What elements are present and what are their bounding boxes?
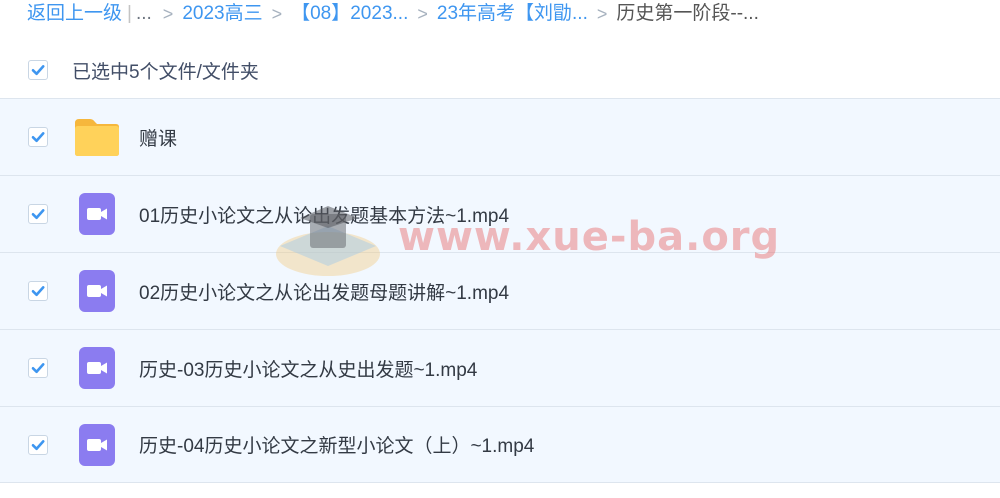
breadcrumb-separator: >: [417, 4, 428, 24]
row-checkbox[interactable]: [28, 358, 48, 378]
video-file-icon: [73, 190, 121, 238]
selection-count-label: 已选中5个文件/文件夹: [72, 61, 259, 83]
file-name[interactable]: 历史-04历史小论文之新型小论文（上）~1.mp4: [139, 431, 534, 458]
list-item-folder[interactable]: 赠课: [0, 98, 1000, 175]
breadcrumb-item-08-2023[interactable]: 【08】2023...: [291, 0, 408, 28]
row-checkbox[interactable]: [28, 204, 48, 224]
folder-icon: [73, 113, 121, 161]
breadcrumb: 返回上一级 | ... > 2023高三 > 【08】2023... > 23年…: [27, 0, 987, 28]
list-item-video[interactable]: 02历史小论文之从论出发题母题讲解~1.mp4: [0, 252, 1000, 329]
list-item-video[interactable]: 01历史小论文之从论出发题基本方法~1.mp4: [0, 175, 1000, 252]
checkmark-icon: [31, 65, 45, 76]
breadcrumb-current: 历史第一阶段--...: [616, 3, 759, 24]
file-browser: 返回上一级 | ... > 2023高三 > 【08】2023... > 23年…: [0, 0, 1000, 498]
checkmark-icon: [31, 209, 45, 220]
checkmark-icon: [31, 286, 45, 297]
breadcrumb-divider: |: [127, 3, 132, 24]
list-item-video[interactable]: 历史-03历史小论文之从史出发题~1.mp4: [0, 329, 1000, 406]
breadcrumb-separator: >: [162, 4, 174, 24]
video-file-icon: [73, 421, 121, 469]
file-name[interactable]: 历史-03历史小论文之从史出发题~1.mp4: [139, 355, 477, 382]
selection-bar: 已选中5个文件/文件夹: [0, 52, 1000, 88]
file-name[interactable]: 02历史小论文之从论出发题母题讲解~1.mp4: [139, 278, 509, 305]
checkmark-icon: [31, 132, 45, 143]
select-all-checkbox[interactable]: [28, 60, 48, 80]
back-link[interactable]: 返回上一级: [27, 0, 122, 28]
breadcrumb-separator: >: [596, 4, 608, 24]
row-checkbox[interactable]: [28, 127, 48, 147]
checkmark-icon: [31, 439, 45, 450]
breadcrumb-separator: >: [271, 4, 283, 24]
file-name[interactable]: 01历史小论文之从论出发题基本方法~1.mp4: [139, 201, 509, 228]
breadcrumb-item-2023-gaosan[interactable]: 2023高三: [182, 0, 262, 28]
video-file-icon: [73, 267, 121, 315]
row-checkbox[interactable]: [28, 281, 48, 301]
row-checkbox[interactable]: [28, 434, 48, 455]
breadcrumb-item-23-gaokao[interactable]: 23年高考【刘勖...: [437, 0, 588, 28]
file-list: 赠课 01历史小论文之从论出发题基本方法~1.mp4 02历史小论文之从论出发题…: [0, 98, 1000, 483]
file-name[interactable]: 赠课: [139, 124, 177, 151]
checkmark-icon: [31, 363, 45, 374]
list-item-video[interactable]: 历史-04历史小论文之新型小论文（上）~1.mp4: [0, 406, 1000, 483]
video-file-icon: [73, 344, 121, 392]
breadcrumb-ellipsis[interactable]: ...: [136, 0, 152, 28]
